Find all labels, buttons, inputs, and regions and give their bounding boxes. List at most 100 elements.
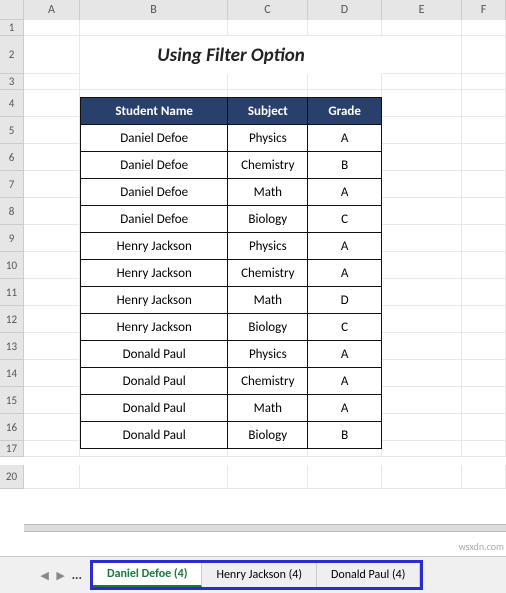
column-header-F[interactable]: F bbox=[462, 0, 506, 20]
row-header-12[interactable]: 12 bbox=[0, 306, 24, 333]
tab-nav-prev-icon[interactable]: ◀ bbox=[40, 570, 50, 580]
row-header-15[interactable]: 15 bbox=[0, 387, 24, 414]
cell[interactable] bbox=[80, 74, 228, 90]
table-cell[interactable]: Chemistry bbox=[228, 368, 308, 395]
cell[interactable] bbox=[462, 36, 506, 74]
table-cell[interactable]: Math bbox=[228, 179, 308, 206]
cell[interactable] bbox=[382, 20, 462, 36]
cell[interactable] bbox=[80, 20, 228, 36]
table-cell[interactable]: Biology bbox=[228, 206, 308, 233]
table-cell[interactable]: B bbox=[308, 422, 382, 449]
row-header-4[interactable]: 4 bbox=[0, 90, 24, 117]
cell[interactable] bbox=[462, 252, 506, 279]
cell[interactable] bbox=[462, 465, 506, 489]
table-cell[interactable]: Henry Jackson bbox=[81, 287, 228, 314]
cell[interactable] bbox=[462, 144, 506, 171]
table-cell[interactable]: Henry Jackson bbox=[81, 233, 228, 260]
header-subject[interactable]: Subject bbox=[228, 98, 308, 125]
table-cell[interactable]: Henry Jackson bbox=[81, 260, 228, 287]
row-header-9[interactable]: 9 bbox=[0, 225, 24, 252]
cell[interactable] bbox=[382, 171, 462, 198]
table-cell[interactable]: Chemistry bbox=[228, 260, 308, 287]
cell[interactable] bbox=[228, 74, 308, 90]
cell[interactable] bbox=[24, 441, 80, 457]
tab-nav-next-icon[interactable]: ▶ bbox=[56, 570, 66, 580]
cell[interactable] bbox=[382, 36, 462, 74]
row-header-1[interactable]: 1 bbox=[0, 20, 24, 36]
cell[interactable] bbox=[462, 117, 506, 144]
cell[interactable] bbox=[382, 198, 462, 225]
cell[interactable] bbox=[24, 171, 80, 198]
table-cell[interactable]: A bbox=[308, 368, 382, 395]
table-cell[interactable]: Physics bbox=[228, 341, 308, 368]
table-cell[interactable]: Biology bbox=[228, 314, 308, 341]
cell[interactable] bbox=[382, 90, 462, 117]
cell[interactable] bbox=[462, 225, 506, 252]
cell[interactable] bbox=[382, 441, 462, 457]
table-cell[interactable]: Donald Paul bbox=[81, 341, 228, 368]
cell[interactable] bbox=[24, 306, 80, 333]
cell[interactable] bbox=[382, 117, 462, 144]
table-cell[interactable]: Daniel Defoe bbox=[81, 125, 228, 152]
sheet-tab[interactable]: Henry Jackson (4) bbox=[202, 563, 317, 587]
cell[interactable] bbox=[462, 441, 506, 457]
cell[interactable] bbox=[80, 465, 228, 489]
header-student-name[interactable]: Student Name bbox=[81, 98, 228, 125]
sheet-tab[interactable]: Donald Paul (4) bbox=[317, 563, 420, 587]
cell[interactable] bbox=[24, 144, 80, 171]
row-header-10[interactable]: 10 bbox=[0, 252, 24, 279]
table-cell[interactable]: Biology bbox=[228, 422, 308, 449]
cell[interactable] bbox=[462, 198, 506, 225]
table-cell[interactable]: Daniel Defoe bbox=[81, 179, 228, 206]
cell[interactable] bbox=[24, 225, 80, 252]
cell[interactable] bbox=[228, 36, 308, 74]
cell[interactable] bbox=[382, 387, 462, 414]
row-header-13[interactable]: 13 bbox=[0, 333, 24, 360]
column-header-C[interactable]: C bbox=[228, 0, 308, 20]
cell[interactable] bbox=[382, 306, 462, 333]
table-cell[interactable]: A bbox=[308, 395, 382, 422]
row-header-2[interactable]: 2 bbox=[0, 36, 24, 74]
cell[interactable] bbox=[24, 90, 80, 117]
cell[interactable] bbox=[382, 279, 462, 306]
cell[interactable] bbox=[308, 36, 382, 74]
cell[interactable] bbox=[382, 333, 462, 360]
table-cell[interactable]: Math bbox=[228, 395, 308, 422]
cell[interactable] bbox=[462, 414, 506, 441]
row-header-20[interactable]: 20 bbox=[0, 465, 24, 489]
cell[interactable] bbox=[308, 465, 382, 489]
row-header-17[interactable]: 17 bbox=[0, 441, 24, 457]
tab-overflow-ellipsis[interactable]: ... bbox=[72, 568, 82, 583]
cell[interactable] bbox=[382, 74, 462, 90]
row-header-8[interactable]: 8 bbox=[0, 198, 24, 225]
table-cell[interactable]: A bbox=[308, 233, 382, 260]
sheet-tab[interactable]: Daniel Defoe (4) bbox=[93, 563, 202, 587]
cell[interactable] bbox=[24, 360, 80, 387]
column-header-B[interactable]: B bbox=[80, 0, 228, 20]
table-cell[interactable]: A bbox=[308, 125, 382, 152]
header-grade[interactable]: Grade bbox=[308, 98, 382, 125]
cell[interactable] bbox=[462, 171, 506, 198]
cell[interactable] bbox=[382, 225, 462, 252]
cell[interactable] bbox=[80, 36, 228, 74]
table-cell[interactable]: Donald Paul bbox=[81, 422, 228, 449]
row-header-3[interactable]: 3 bbox=[0, 74, 24, 90]
cell[interactable] bbox=[462, 20, 506, 36]
table-cell[interactable]: Daniel Defoe bbox=[81, 152, 228, 179]
cell[interactable] bbox=[24, 20, 80, 36]
cell[interactable] bbox=[24, 387, 80, 414]
table-cell[interactable]: C bbox=[308, 206, 382, 233]
table-cell[interactable]: Physics bbox=[228, 125, 308, 152]
table-cell[interactable]: Chemistry bbox=[228, 152, 308, 179]
row-header-5[interactable]: 5 bbox=[0, 117, 24, 144]
cell[interactable] bbox=[24, 279, 80, 306]
cell[interactable] bbox=[382, 465, 462, 489]
cell[interactable] bbox=[24, 117, 80, 144]
row-header-16[interactable]: 16 bbox=[0, 414, 24, 441]
cell[interactable] bbox=[24, 74, 80, 90]
row-header-11[interactable]: 11 bbox=[0, 279, 24, 306]
cell[interactable] bbox=[382, 360, 462, 387]
column-header-D[interactable]: D bbox=[308, 0, 382, 20]
cell[interactable] bbox=[308, 20, 382, 36]
cell[interactable] bbox=[462, 74, 506, 90]
